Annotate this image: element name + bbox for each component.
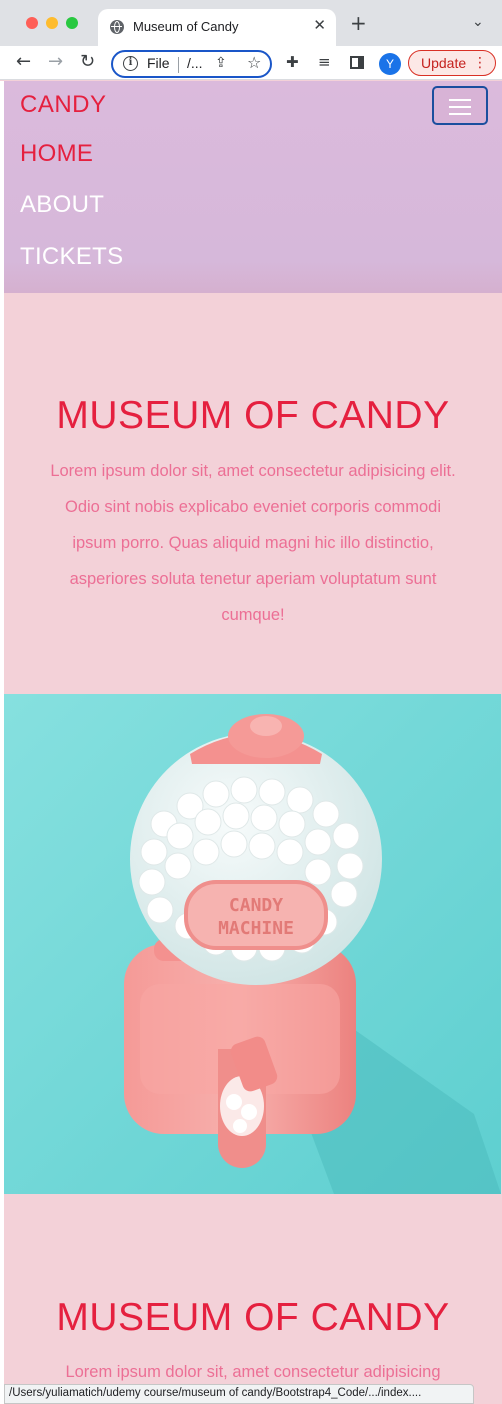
address-scheme: File — [147, 55, 170, 71]
profile-avatar[interactable]: Y — [379, 53, 401, 75]
globe-icon — [110, 20, 124, 34]
navbar-brand[interactable]: CANDY — [20, 91, 107, 119]
update-button[interactable]: Update ⋮ — [408, 50, 496, 76]
hero-title: MUSEUM OF CANDY — [56, 394, 450, 437]
status-bar: /Users/yuliamatich/udemy course/museum o… — [4, 1384, 474, 1404]
close-window-button[interactable] — [26, 17, 38, 29]
chevron-down-icon[interactable]: ⌄ — [472, 14, 484, 30]
address-path[interactable]: /... — [187, 55, 203, 71]
reload-button[interactable]: ↻ — [80, 51, 95, 73]
address-divider — [178, 57, 179, 73]
candy-machine-image: CANDY MACHINE — [4, 694, 501, 1194]
navbar: CANDY HOME ABOUT TICKETS — [4, 81, 502, 293]
forward-button[interactable]: → — [48, 51, 63, 73]
zoom-window-button[interactable] — [66, 17, 78, 29]
navbar-toggler-button[interactable] — [432, 86, 488, 125]
side-panel-icon[interactable] — [350, 56, 364, 69]
media-queue-icon[interactable]: ≡ — [318, 53, 331, 71]
machine-label-line1: CANDY — [229, 895, 283, 916]
status-url: /Users/yuliamatich/udemy course/museum o… — [9, 1387, 422, 1399]
hero-paragraph: Lorem ipsum dolor sit, amet consectetur … — [50, 462, 456, 624]
share-icon[interactable]: ⇪ — [215, 55, 227, 71]
update-label: Update — [421, 55, 467, 71]
nav-link-about[interactable]: ABOUT — [20, 191, 104, 219]
close-icon[interactable]: ✕ — [313, 16, 326, 34]
tab-title: Museum of Candy — [133, 19, 239, 34]
second-title: MUSEUM OF CANDY — [56, 1296, 450, 1339]
browser-toolbar: ← → ↻ i File /... ⇪ ☆ ✚ ≡ Y Update ⋮ — [0, 46, 502, 80]
address-bar[interactable]: i File /... ⇪ ☆ — [111, 50, 272, 78]
second-section: MUSEUM OF CANDY Lorem ipsum dolor sit, a… — [4, 1194, 502, 1404]
tab-museum-of-candy[interactable]: Museum of Candy ✕ — [98, 9, 336, 46]
nav-link-home[interactable]: HOME — [20, 140, 93, 168]
back-button[interactable]: ← — [16, 51, 31, 73]
bookmark-star-icon[interactable]: ☆ — [247, 53, 261, 72]
extensions-puzzle-icon[interactable]: ✚ — [286, 53, 299, 71]
machine-label-line2: MACHINE — [218, 918, 294, 939]
tab-strip: Museum of Candy ✕ + ⌄ — [0, 0, 502, 46]
page-viewport: CANDY HOME ABOUT TICKETS MUSEUM OF CANDY… — [0, 81, 502, 1404]
minimize-window-button[interactable] — [46, 17, 58, 29]
browser-window: Museum of Candy ✕ + ⌄ ← → ↻ i File /... … — [0, 0, 502, 1404]
hamburger-icon — [449, 99, 471, 115]
new-tab-button[interactable]: + — [350, 13, 367, 33]
nav-link-tickets[interactable]: TICKETS — [20, 243, 123, 271]
candy-machine-illustration: CANDY MACHINE — [4, 694, 501, 1194]
hero-section: MUSEUM OF CANDY Lorem ipsum dolor sit, a… — [4, 293, 502, 694]
more-menu-icon[interactable]: ⋮ — [473, 53, 487, 73]
info-icon[interactable]: i — [123, 56, 138, 71]
